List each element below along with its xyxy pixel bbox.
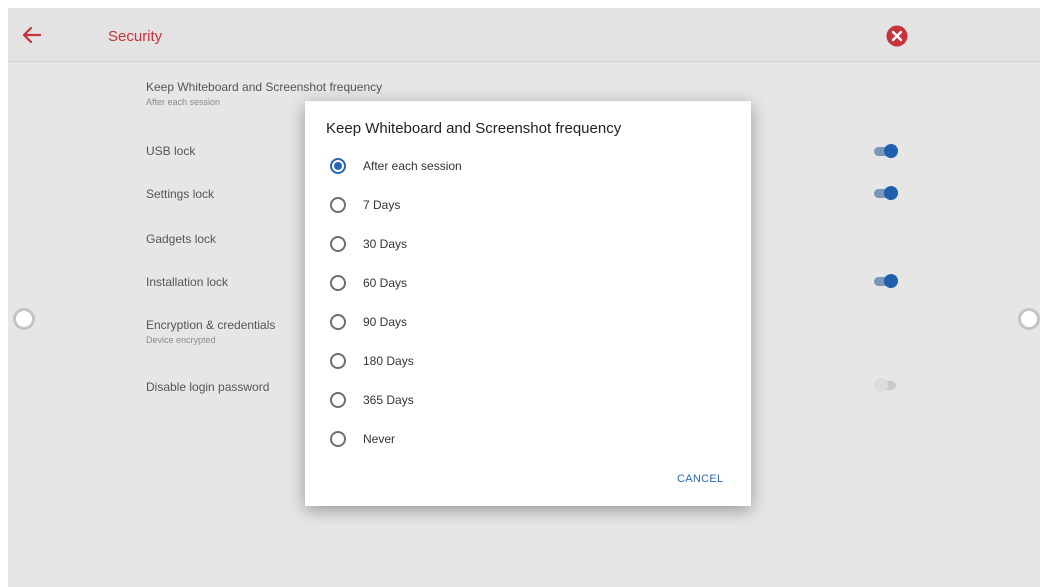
setting-label: USB lock [146, 144, 196, 158]
setting-disable-login-password[interactable]: Disable login password [146, 380, 316, 394]
option-label: 180 Days [363, 354, 414, 368]
option-label: 90 Days [363, 315, 408, 329]
option-label: After each session [363, 159, 462, 173]
setting-encryption[interactable]: Encryption & credentials Device encrypte… [146, 318, 316, 345]
disable-login-password-toggle[interactable] [874, 378, 898, 392]
option-90-days[interactable]: 90 Days [323, 307, 723, 337]
radio-icon[interactable] [330, 275, 346, 291]
option-never[interactable]: Never [323, 424, 723, 454]
setting-label: Keep Whiteboard and Screenshot frequency [146, 80, 383, 94]
setting-installation-lock[interactable]: Installation lock [146, 275, 316, 289]
option-180-days[interactable]: 180 Days [323, 346, 723, 376]
setting-label: Encryption & credentials [146, 318, 276, 332]
toggle-thumb [884, 274, 898, 288]
option-after-each-session[interactable]: After each session [323, 151, 723, 181]
option-365-days[interactable]: 365 Days [323, 385, 723, 415]
option-label: 30 Days [363, 237, 408, 251]
radio-icon[interactable] [330, 431, 346, 447]
setting-label: Gadgets lock [146, 232, 217, 246]
setting-sub: Device encrypted [146, 335, 216, 345]
setting-sub: After each session [146, 97, 221, 107]
radio-icon[interactable] [330, 353, 346, 369]
left-side-handle[interactable] [13, 308, 35, 330]
setting-label: Installation lock [146, 275, 229, 289]
option-label: 7 Days [363, 198, 401, 212]
radio-checked-icon[interactable] [330, 158, 346, 174]
frequency-dialog: Keep Whiteboard and Screenshot frequency… [305, 101, 751, 506]
setting-label: Disable login password [146, 380, 270, 394]
dialog-title: Keep Whiteboard and Screenshot frequency [326, 120, 622, 137]
option-60-days[interactable]: 60 Days [323, 268, 723, 298]
option-label: Never [363, 432, 396, 446]
option-30-days[interactable]: 30 Days [323, 229, 723, 259]
setting-keep-frequency[interactable]: Keep Whiteboard and Screenshot frequency… [146, 80, 383, 107]
back-arrow-icon[interactable] [20, 23, 44, 47]
toggle-thumb [874, 378, 888, 392]
radio-icon[interactable] [330, 236, 346, 252]
setting-settings-lock[interactable]: Settings lock [146, 187, 316, 201]
toggle-thumb [884, 186, 898, 200]
settings-lock-toggle[interactable] [874, 186, 898, 200]
page-title: Security [108, 28, 163, 45]
setting-gadgets-lock[interactable]: Gadgets lock [146, 232, 316, 246]
installation-lock-toggle[interactable] [874, 274, 898, 288]
option-label: 60 Days [363, 276, 408, 290]
setting-label: Settings lock [146, 187, 215, 201]
option-label: 365 Days [363, 393, 414, 407]
setting-usb-lock[interactable]: USB lock [146, 144, 316, 158]
close-icon[interactable] [886, 25, 908, 47]
top-bar: Security [8, 8, 1040, 62]
toggle-thumb [884, 144, 898, 158]
option-7-days[interactable]: 7 Days [323, 190, 723, 220]
radio-icon[interactable] [330, 392, 346, 408]
radio-icon[interactable] [330, 197, 346, 213]
cancel-button[interactable]: CANCEL [677, 473, 723, 485]
usb-lock-toggle[interactable] [874, 144, 898, 158]
right-side-handle[interactable] [1018, 308, 1040, 330]
radio-icon[interactable] [330, 314, 346, 330]
